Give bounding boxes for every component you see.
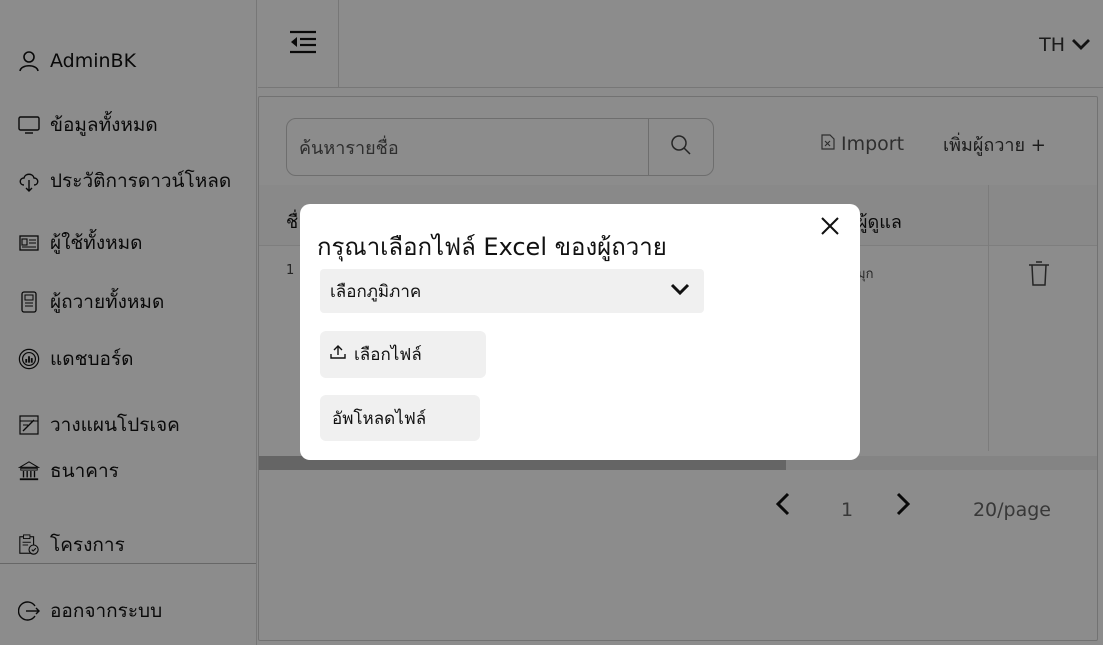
region-select-value: เลือกภูมิภาค	[330, 281, 422, 302]
close-button[interactable]	[816, 214, 844, 242]
region-select[interactable]: เลือกภูมิภาค	[320, 269, 704, 313]
chevron-down-icon	[670, 281, 690, 301]
upload-file-label: อัพโหลดไฟล์	[332, 408, 427, 429]
import-excel-modal: กรุณาเลือกไฟล์ Excel ของผู้ถวาย เลือกภูม…	[300, 204, 860, 460]
choose-file-label: เลือกไฟล์	[354, 345, 422, 365]
modal-title: กรุณาเลือกไฟล์ Excel ของผู้ถวาย	[317, 233, 667, 261]
close-icon	[820, 216, 840, 240]
upload-file-button[interactable]: อัพโหลดไฟล์	[320, 395, 480, 441]
upload-icon	[330, 344, 346, 365]
choose-file-button[interactable]: เลือกไฟล์	[320, 331, 486, 378]
